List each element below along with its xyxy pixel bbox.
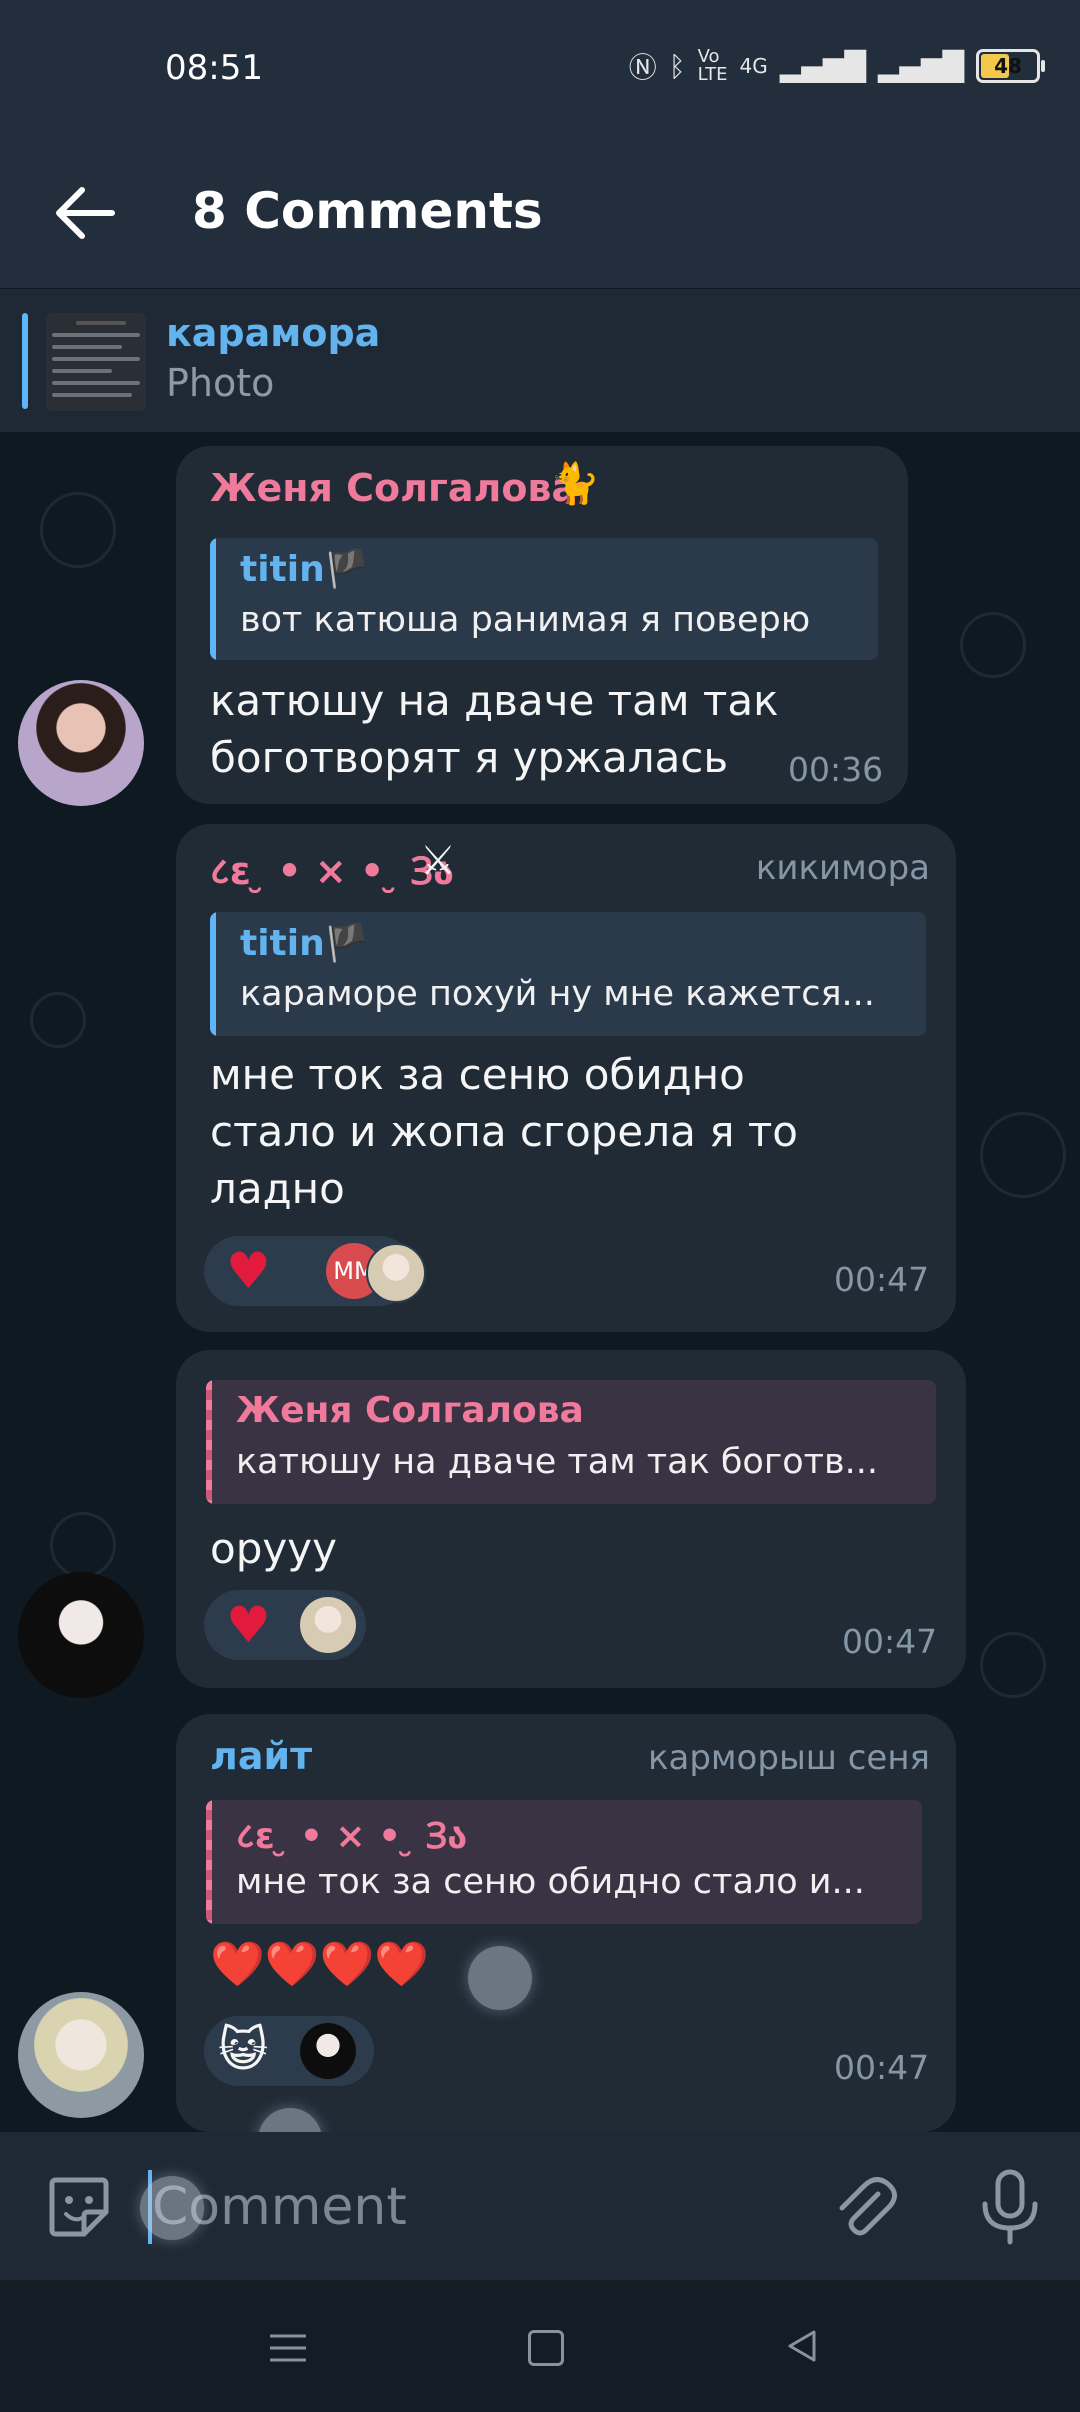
nav-back-icon[interactable] [784, 2328, 820, 2364]
sticker-icon[interactable] [44, 2172, 114, 2242]
sender-name[interactable]: Женя Солгалова [210, 466, 577, 510]
reply-quote[interactable]: titin🏴 вот катюша ранимая я поверю [210, 538, 878, 660]
message-bubble[interactable]: ८ɛ ̮ • × • ̮ Ɜა ⚔ кикимора titin🏴 карамо… [176, 824, 956, 1332]
back-arrow-icon[interactable] [50, 178, 120, 248]
member-title: кикимора [755, 848, 930, 888]
post-author: карамора [166, 311, 381, 355]
reply-bar [210, 538, 216, 660]
app-bar: 8 Comments [0, 140, 1080, 288]
message-text: ❤️❤️❤️❤️ [210, 1939, 430, 1990]
sender-name[interactable]: лайт [210, 1734, 312, 1778]
background-doodle [50, 1512, 116, 1578]
signal-2-icon: ▂▄▆█ [877, 49, 964, 83]
comments-list[interactable]: Женя Солгалова 🐈 titin🏴 вот катюша раним… [0, 432, 1080, 2132]
original-post-header[interactable]: карамора Photo [0, 288, 1080, 433]
status-bar: 08:51 Ⓝ ᛒ Vo LTE 4G ▂▄▆█ ▂▄▆█ 48 [0, 0, 1080, 140]
avatar[interactable] [18, 1572, 144, 1698]
reply-quote[interactable]: titin🏴 караморе похуй ну мне кажется... [210, 912, 926, 1036]
reply-bar [206, 1800, 212, 1924]
system-navigation-bar [0, 2280, 1080, 2412]
reaction-chip[interactable]: ♥ ММ [204, 1236, 426, 1306]
background-doodle [980, 1632, 1046, 1698]
status-icons: Ⓝ ᛒ Vo LTE 4G ▂▄▆█ ▂▄▆█ 48 [628, 46, 1045, 86]
reply-author: Женя Солгалова [236, 1390, 584, 1431]
reply-text: караморе похуй ну мне кажется... [240, 974, 875, 1014]
battery-icon: 48 [976, 49, 1045, 83]
background-doodle [980, 1112, 1066, 1198]
message-time: 00:36 [788, 750, 884, 789]
volte-icon: Vo LTE [697, 46, 728, 85]
touch-indicator [468, 1946, 532, 2010]
reactor-avatar [366, 1243, 426, 1303]
member-title: карморыш сеня [647, 1738, 930, 1778]
message-line: ладно [210, 1164, 345, 1213]
reply-author: ८ɛ ̮ • × • ̮ Ɜა [236, 1816, 468, 1857]
home-icon[interactable] [528, 2330, 564, 2366]
message-bubble[interactable]: Женя Солгалова 🐈 titin🏴 вот катюша раним… [176, 446, 908, 804]
message-time: 00:47 [842, 1622, 938, 1661]
heart-reaction-icon: ♥ [226, 1242, 271, 1300]
background-doodle [40, 492, 116, 568]
reply-text: катюшу на дваче там так боготв... [236, 1442, 879, 1482]
background-doodle [960, 612, 1026, 678]
crossed-swords-emoji-icon: ⚔ [420, 838, 456, 884]
message-text: орууу [210, 1524, 337, 1573]
touch-indicator [140, 2176, 204, 2240]
message-line: катюшу на дваче там так [210, 676, 779, 725]
reactor-avatar [300, 1597, 356, 1653]
message-line: стало и жопа сгорела я то [210, 1107, 798, 1156]
message-text: мне ток за сеню обидно стало и жопа сгор… [210, 1046, 798, 1217]
post-type: Photo [166, 361, 275, 405]
reply-author: titin🏴 [240, 549, 370, 590]
attach-icon[interactable] [830, 2172, 900, 2242]
reply-author: titin🏴 [240, 923, 370, 964]
message-line: боготворят я уржалась [210, 733, 729, 782]
avatar[interactable] [18, 680, 144, 806]
recent-apps-icon[interactable] [268, 2332, 308, 2364]
signal-icon: ▂▄▆█ [779, 49, 866, 83]
reply-quote[interactable]: ८ɛ ̮ • × • ̮ Ɜა мне ток за сеню обидно с… [206, 1800, 922, 1924]
pinned-accent-bar [22, 313, 28, 409]
status-time: 08:51 [165, 48, 263, 88]
heart-reaction-icon: ♥ [226, 1596, 271, 1654]
reply-text: мне ток за сеню обидно стало и... [236, 1862, 865, 1902]
message-bubble[interactable]: лайт карморыш сеня ८ɛ ̮ • × • ̮ Ɜა мне т… [176, 1714, 956, 2132]
background-doodle [30, 992, 86, 1048]
reply-text: вот катюша ранимая я поверю [240, 600, 811, 640]
bluetooth-icon: ᛒ [668, 49, 686, 83]
sender-name[interactable]: ८ɛ ̮ • × • ̮ Ɜა [210, 844, 454, 896]
post-photo-thumbnail [46, 313, 146, 411]
comment-composer [0, 2132, 1080, 2280]
message-time: 00:47 [834, 2048, 930, 2087]
message-line: мне ток за сеню обидно [210, 1050, 745, 1099]
reaction-chip[interactable]: 😺 [204, 2016, 374, 2086]
microphone-icon[interactable] [975, 2168, 1045, 2246]
message-bubble[interactable]: Женя Солгалова катюшу на дваче там так б… [176, 1350, 966, 1688]
smiling-cat-reaction-icon: 😺 [218, 2022, 269, 2078]
reply-bar [206, 1380, 212, 1504]
page-title: 8 Comments [192, 182, 543, 240]
reply-bar [210, 912, 216, 1036]
cat-emoji-icon: 🐈 [550, 461, 600, 507]
avatar[interactable] [18, 1992, 144, 2118]
reply-quote[interactable]: Женя Солгалова катюшу на дваче там так б… [206, 1380, 936, 1504]
message-text: катюшу на дваче там так боготворят я урж… [210, 672, 778, 786]
comment-input[interactable] [152, 2166, 772, 2248]
network-4g-icon: 4G [739, 54, 768, 78]
battery-level: 48 [994, 54, 1022, 78]
reaction-chip[interactable]: ♥ [204, 1590, 366, 1660]
message-time: 00:47 [834, 1260, 930, 1299]
nfc-icon: Ⓝ [628, 51, 657, 84]
reactor-avatar [300, 2023, 356, 2079]
